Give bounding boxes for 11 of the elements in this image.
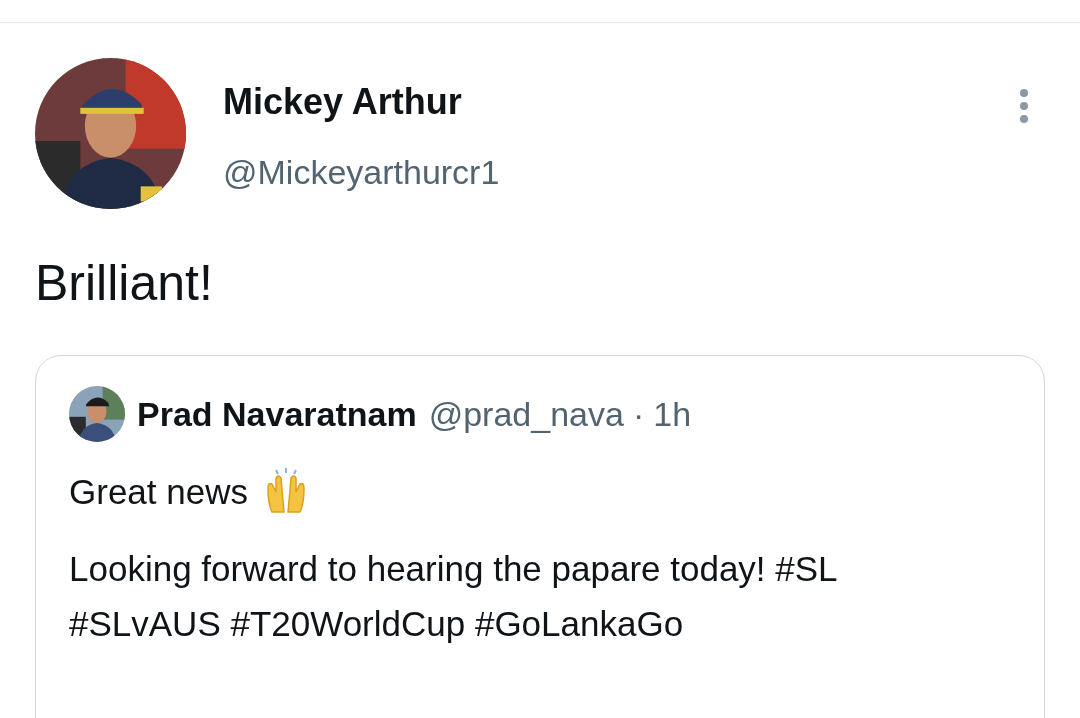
quoted-author-name: Prad Navaratnam	[137, 394, 417, 434]
quoted-tweet-text: Great news	[69, 471, 248, 513]
quoted-author-handle: @prad_nava	[428, 394, 624, 434]
quoted-tweet-text: Looking forward to hearing the papare today! #SL #SLvAUS #T20WorldCup #GoLankaGo	[69, 548, 839, 645]
more-options-icon[interactable]	[1018, 88, 1030, 124]
author-name[interactable]: Mickey Arthur	[223, 78, 981, 126]
separator: ·	[632, 394, 645, 434]
author-handle[interactable]: @Mickeyarthurcr1	[223, 148, 981, 196]
timestamp: 1h	[653, 394, 692, 434]
tweet-text: Brilliant!	[35, 254, 214, 313]
quoted-tweet-card[interactable]: Prad Navaratnam @prad_nava · 1h Great news Looking forward to hearing the papare today! #SL #SLvAUS #T20WorldCup #GoLankaGo	[35, 355, 1045, 718]
